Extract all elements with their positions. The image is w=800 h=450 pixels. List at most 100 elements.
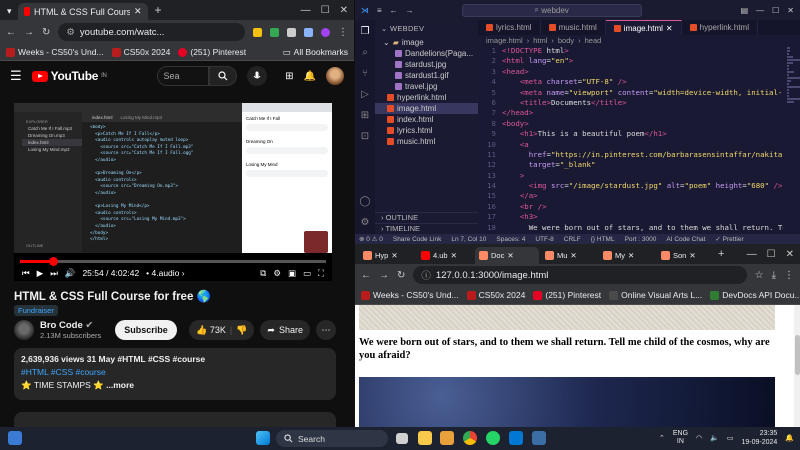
code-line[interactable]: 10 <a (478, 140, 783, 150)
file-item[interactable]: hyperlink.html (375, 92, 478, 103)
tab-close-icon[interactable]: ✕ (689, 251, 695, 260)
close-window-icon[interactable]: ✕ (786, 249, 794, 260)
browser-tab[interactable]: Mu ✕ (541, 247, 597, 264)
settings-gear-icon[interactable]: ⚙ (273, 268, 281, 279)
code-line[interactable]: 16 <br /> (478, 202, 783, 212)
notifications-bell-icon[interactable]: 🔔 (304, 71, 316, 82)
share-button[interactable]: ➦ Share (260, 320, 310, 340)
omnibox[interactable]: ⚙ youtube.com/watc... (58, 23, 245, 41)
code-line[interactable]: 4 <meta charset="UTF-8" /> (478, 77, 783, 87)
tab-close-icon[interactable]: ✕ (507, 251, 513, 260)
status-item[interactable]: Ln 7, Col 10 (451, 236, 486, 243)
forward-arrow-icon[interactable]: → (406, 6, 414, 15)
editor-tab[interactable]: image.html ✕ (605, 20, 682, 35)
paper-texture-image[interactable] (359, 305, 775, 330)
file-item[interactable]: image.html (375, 103, 478, 114)
omnibox[interactable]: ⓘ 127.0.0.1:3000/image.html (413, 266, 747, 284)
code-line[interactable]: 15 </a> (478, 191, 783, 201)
code-line[interactable]: 17 <h3> (478, 212, 783, 222)
status-item[interactable]: Port : 3000 (625, 236, 657, 243)
browser-tab[interactable]: Doc ✕ (475, 247, 539, 264)
chrome-icon[interactable] (463, 431, 477, 445)
theater-mode-icon[interactable]: ▭ (303, 268, 311, 279)
bookmark-star-icon[interactable]: ☆ (755, 270, 764, 281)
remote-icon[interactable]: ⊡ (361, 131, 369, 142)
editor-tab[interactable]: music.html (541, 20, 606, 35)
subscribe-button[interactable]: Subscribe (115, 320, 177, 340)
file-item[interactable]: stardust1.gif (375, 70, 478, 81)
channel-name[interactable]: Bro Code ✔ (40, 320, 101, 331)
file-item[interactable]: stardust.jpg (375, 59, 478, 70)
browser-tab[interactable]: 4.ub ✕ (417, 247, 473, 264)
breadcrumb-item[interactable]: body (558, 36, 574, 45)
back-icon[interactable]: ← (361, 270, 371, 281)
tab-youtube[interactable]: HTML & CSS Full Course for free ✕ (17, 3, 148, 20)
breadcrumb-item[interactable]: html (533, 36, 547, 45)
task-view-icon[interactable] (396, 433, 408, 444)
code-line[interactable]: 14 <img src="/image/stardust.jpg" alt="p… (478, 181, 783, 191)
chapter-label[interactable]: • 4.audio › (146, 268, 184, 278)
app-icon[interactable] (532, 431, 546, 445)
command-center-search[interactable]: ⌕ webdev (461, 3, 642, 17)
hamburger-menu-icon[interactable]: ☰ (10, 68, 22, 84)
search-button[interactable] (208, 66, 237, 86)
maximize-icon[interactable]: ☐ (772, 6, 779, 15)
forward-icon[interactable]: → (24, 27, 34, 38)
play-icon[interactable]: ▶ (37, 268, 44, 279)
browser-tab[interactable]: My ✕ (599, 247, 655, 264)
fundraiser-badge[interactable]: Fundraiser (14, 305, 58, 316)
youtube-search-input[interactable]: Sea (156, 66, 209, 86)
forward-icon[interactable]: → (379, 270, 389, 281)
breadcrumb-item[interactable]: head (585, 36, 602, 45)
wifi-icon[interactable]: ◠ (696, 434, 702, 442)
subtitles-icon[interactable]: ⧉ (260, 268, 266, 279)
code-line[interactable]: 18 We were born out of stars, and to the… (478, 223, 783, 233)
tab-close-icon[interactable]: ✕ (570, 251, 576, 260)
fullscreen-icon[interactable]: ⛶ (318, 268, 324, 279)
next-icon[interactable]: ⏭ (50, 268, 58, 279)
minimap[interactable] (787, 46, 800, 156)
explorer-files-icon[interactable]: ❐ (361, 26, 370, 37)
minimize-icon[interactable]: — (756, 6, 764, 15)
file-explorer-icon[interactable] (418, 431, 432, 445)
minimize-icon[interactable]: — (747, 249, 757, 260)
windows-start-icon[interactable] (256, 431, 270, 445)
channel-avatar[interactable] (14, 320, 34, 340)
extension-icon[interactable] (270, 27, 279, 37)
back-icon[interactable]: ← (6, 27, 16, 38)
code-line[interactable]: 2 <html lang="en"> (478, 56, 783, 66)
close-window-icon[interactable]: ✕ (787, 6, 794, 15)
language-indicator[interactable]: ENG IN (673, 430, 688, 446)
vscode-taskbar-icon[interactable] (509, 431, 523, 445)
status-item[interactable]: Spaces: 4 (496, 236, 525, 243)
minimize-icon[interactable]: — (301, 5, 311, 16)
file-item[interactable]: Dandelions(Paga... (375, 48, 478, 59)
extension-icon[interactable] (287, 27, 296, 37)
weather-icon[interactable] (8, 431, 22, 445)
breadcrumb-item[interactable]: image.html (486, 36, 523, 45)
file-item[interactable]: travel.jpg (375, 81, 478, 92)
bookmark-item[interactable]: Online Visual Arts L... (609, 290, 702, 300)
description-tags[interactable]: #HTML #CSS #course (21, 366, 329, 379)
video-frame[interactable]: EXPLORER Catch Me If I Fall.mp3 Dreaming … (14, 103, 332, 253)
all-bookmarks[interactable]: ▭ All Bookmarks (283, 47, 348, 58)
bookmark-item[interactable]: (251) Pinterest (178, 47, 246, 57)
battery-icon[interactable]: ▭ (727, 434, 734, 442)
page-scrollbar[interactable] (794, 305, 800, 427)
tab-switcher-icon[interactable]: ▾ (4, 3, 15, 20)
status-item[interactable]: ⊗ 0 ⚠ 0 (359, 235, 383, 243)
site-info-icon[interactable]: ⚙ (66, 27, 75, 38)
code-line[interactable]: 6 <title>Documents</title> (478, 98, 783, 108)
bookmark-item[interactable]: (251) Pinterest (533, 290, 601, 300)
file-item[interactable]: music.html (375, 136, 478, 147)
voice-search-button[interactable] (246, 66, 267, 86)
explorer-root[interactable]: ⌄ WEBDEV (375, 20, 478, 37)
status-item[interactable]: CRLF (564, 236, 581, 243)
code-line[interactable]: 3 <head> (478, 67, 783, 77)
bookmark-item[interactable]: Weeks - CS50's Und... (361, 290, 459, 300)
status-item[interactable]: ✓ Prettier (715, 235, 743, 243)
reload-icon[interactable]: ↻ (397, 270, 405, 281)
status-item[interactable]: {} HTML (591, 236, 615, 243)
bookmark-item[interactable]: CS50x 2024 (111, 47, 170, 57)
dislike-button[interactable]: 👎 (236, 325, 247, 336)
